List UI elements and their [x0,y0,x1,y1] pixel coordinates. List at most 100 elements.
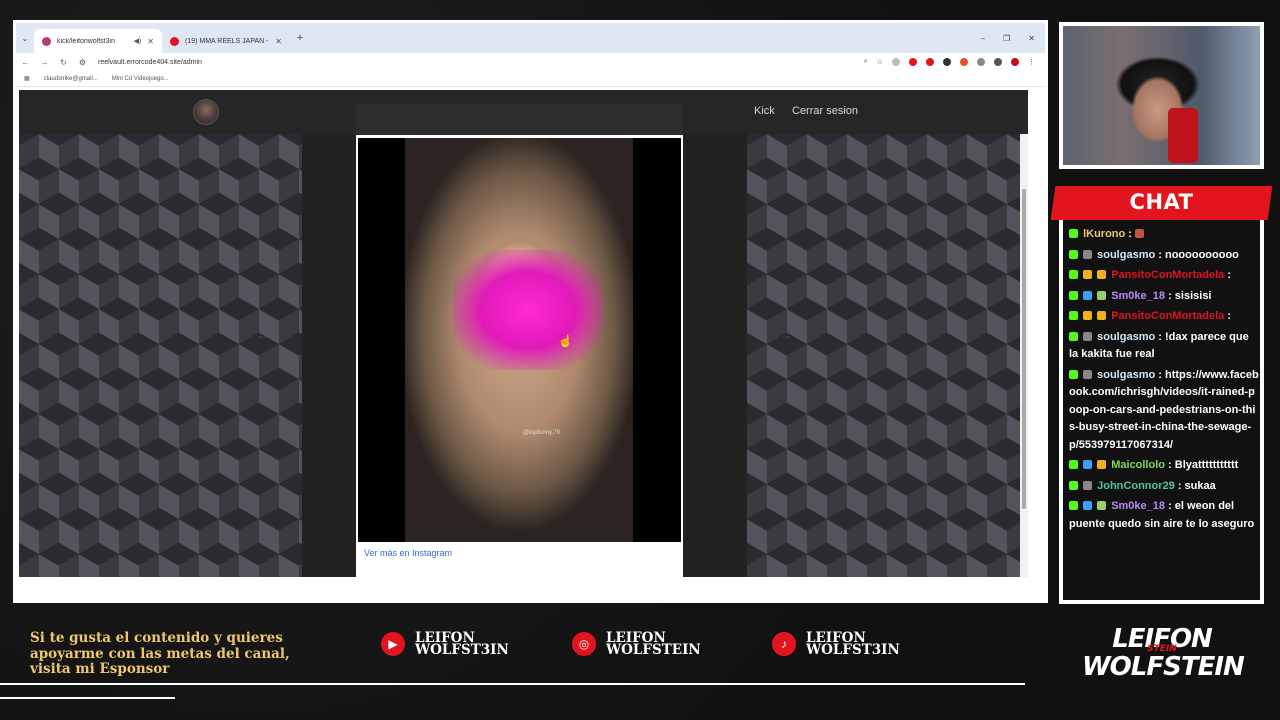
chat-text: : noooooooooo [1158,248,1239,261]
kick-badge-icon [1069,480,1078,490]
chat-message: lKurono : [1069,226,1259,244]
chat-text: : sukaa [1177,479,1216,492]
kick-badge-icon [1069,229,1078,238]
minimize-icon[interactable]: – [981,34,985,43]
tab-youtube[interactable]: (19) MMA REELS JAPAN - YouTu ✕ [162,29,290,53]
crown-badge-icon [1097,311,1107,320]
chat-username: Sm0ke_18 [1111,289,1166,302]
web-page: Kick Cerrar sesion ← → @topfunny.79 ☝ Ve… [19,90,1028,577]
verified-badge-icon [1083,290,1093,300]
youtube-social: ▶ LEIFON WOLFST3IN [381,630,515,658]
instagram-handle: LEIFON WOLFSTEIN [606,630,701,658]
restore-icon[interactable]: ❐ [1003,34,1010,43]
emote-icon [1135,229,1145,238]
tiktok-social: ♪ LEIFON WOLFST3IN [772,631,906,657]
video-player[interactable]: @topfunny.79 ☝ [358,138,681,542]
extension-icon[interactable] [994,58,1002,66]
mouse-cursor-icon: ☝ [558,334,573,348]
tab-bar: ⌄ kick/leifonwolfst3in ◀) ✕ (19) MMA REE… [16,23,1045,53]
extension-icon[interactable] [943,58,951,66]
forward-icon[interactable]: → [35,58,54,67]
chat-username: Maicollolo [1111,459,1165,471]
scrollbar-thumb[interactable] [1022,189,1026,509]
censor-blur [453,250,603,370]
bookmark-mini-cd[interactable]: Mini Cd Videojuego... [112,76,169,82]
gift-badge-icon [1083,311,1093,320]
chat-message: Sm0ke_18 : el weon del puente quedo sin … [1069,498,1259,533]
chat-message: soulgasmo : https://www.facebook.com/ich… [1069,367,1259,455]
verified-badge-icon [1083,501,1093,510]
chat-message: Maicollolo : Blyattttttttttt [1069,457,1259,475]
tiktok-icon: ♪ [772,632,796,656]
verified-badge-icon [1083,460,1093,469]
sub-badge-icon [1097,290,1107,300]
nav-kick-link[interactable]: Kick [754,105,775,117]
chat-message: JohnConnor29 : sukaa [1069,478,1259,496]
youtube-icon: ▶ [381,632,405,656]
chat-message: soulgasmo : !dax parece que la kakita fu… [1069,329,1259,364]
kick-badge-icon [1069,460,1078,469]
chat-text: : Blyattttttttttt [1168,459,1239,471]
chat-username: JohnConnor29 [1097,479,1175,492]
sponsor-text: Si te gusta el contenido y quieres apoya… [30,630,290,677]
chat-text: : [1227,310,1231,322]
extensions-puzzle-icon[interactable] [977,58,985,66]
tab-title: kick/leifonwolfst3in [57,37,115,45]
footer-divider [0,683,1025,685]
profile-avatar-icon[interactable] [1011,58,1019,66]
toolbar-icons: ⌕ ☆ ⋮ [864,58,1045,66]
extension-icon[interactable] [926,58,934,66]
close-tab-icon[interactable]: ✕ [275,37,282,46]
sub-badge-icon [1083,369,1093,379]
kick-favicon-icon [42,36,51,46]
microphone [1168,108,1198,163]
bookmark-star-icon[interactable]: ☆ [877,58,883,66]
chat-username: Sm0ke_18 [1111,500,1166,512]
next-arrow-icon[interactable]: → [780,328,792,342]
bookmarks-bar: ▦ claudstrike@gmail... Mini Cd Videojueg… [16,71,1045,87]
footer-divider-short [0,697,175,699]
close-tab-icon[interactable]: ✕ [147,37,154,46]
zoom-icon[interactable]: ⌕ [864,58,868,66]
page-scrollbar[interactable] [1020,134,1028,577]
chat-messages: lKurono : soulgasmo : noooooooooo Pansit… [1069,226,1259,536]
chat-message: PansitoConMortadela : [1069,267,1259,285]
url-field[interactable]: reelvault.errorcode404.site/admin [98,59,202,66]
chat-text: : sisisisi [1168,289,1212,302]
chat-username: PansitoConMortadela [1111,269,1225,281]
webcam-feed [1059,22,1264,169]
tab-search-icon[interactable]: ⌄ [16,34,34,43]
extension-icon[interactable] [892,58,900,66]
crown-badge-icon [1097,270,1107,279]
extension-icon[interactable] [909,58,917,66]
site-info-icon[interactable]: ⚙ [73,58,92,67]
window-controls: – ❐ ✕ [981,34,1045,43]
left-gap [302,134,356,577]
tab-kick[interactable]: kick/leifonwolfst3in ◀) ✕ [34,29,162,53]
chat-username: soulgasmo [1097,368,1156,381]
apps-grid-icon[interactable]: ▦ [24,75,30,82]
menu-kebab-icon[interactable]: ⋮ [1028,58,1035,66]
youtube-handle: LEIFON WOLFST3IN [415,630,509,658]
instagram-social: ◎ LEIFON WOLFSTEIN [572,630,706,658]
chat-title: CHAT [1129,190,1194,214]
kick-badge-icon [1069,290,1078,300]
instagram-icon: ◎ [572,632,596,656]
prev-arrow-icon[interactable]: ← [256,328,268,342]
chat-username: soulgasmo [1097,330,1156,343]
nav-logout-link[interactable]: Cerrar sesion [792,105,858,117]
new-tab-icon[interactable]: + [290,32,310,44]
speaker-icon[interactable]: ◀) [134,37,142,45]
close-window-icon[interactable]: ✕ [1028,34,1035,43]
instagram-more-link[interactable]: Ver más en Instagram [364,548,452,558]
kick-badge-icon [1069,249,1078,259]
chat-username: soulgasmo [1097,248,1156,261]
chat-text: : [1128,228,1132,240]
reload-icon[interactable]: ↻ [54,58,73,67]
site-logo[interactable] [193,99,219,125]
kick-badge-icon [1069,501,1078,510]
extension-icon[interactable] [960,58,968,66]
back-icon[interactable]: ← [16,58,35,67]
bookmark-gmail[interactable]: claudstrike@gmail... [44,76,98,82]
sub-badge-icon [1083,249,1093,259]
